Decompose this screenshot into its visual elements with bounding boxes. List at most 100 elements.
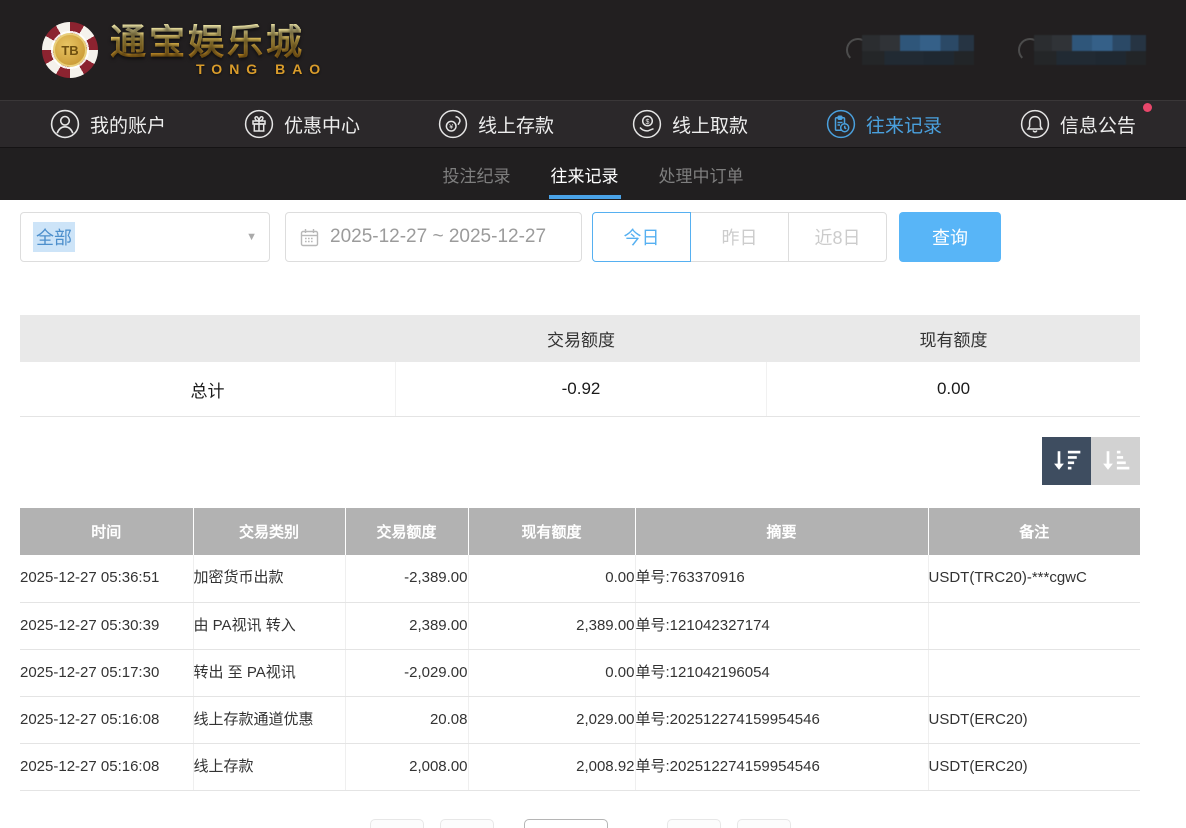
nav-label: 信息公告: [1060, 111, 1136, 138]
brand-logo[interactable]: TB 通宝娱乐城 TONG BAO: [42, 22, 327, 78]
cell-time: 2025-12-27 05:30:39: [20, 602, 193, 649]
sort-controls: [20, 437, 1140, 485]
sort-descending-icon: [1051, 445, 1083, 477]
tab-label: 往来记录: [551, 162, 619, 187]
svg-text:$: $: [646, 119, 650, 126]
calendar-icon: [300, 228, 319, 247]
site-header: TB 通宝娱乐城 TONG BAO: [0, 0, 1186, 100]
bell-icon: [1020, 109, 1050, 139]
pagination-next-button[interactable]: [667, 819, 721, 828]
col-header-type: 交易类别: [193, 508, 345, 555]
cell-time: 2025-12-27 05:16:08: [20, 696, 193, 743]
cell-balance: 0.00: [468, 555, 635, 602]
tab-betting-records[interactable]: 投注纪录: [441, 148, 513, 200]
transactions-table: 时间 交易类别 交易额度 现有额度 摘要 备注 2025-12-27 05:36…: [20, 508, 1140, 791]
withdraw-icon: $: [632, 109, 662, 139]
table-row: 2025-12-27 05:16:08 线上存款 2,008.00 2,008.…: [20, 743, 1140, 790]
cell-note: USDT(ERC20): [928, 696, 1140, 743]
cell-note: [928, 649, 1140, 696]
cell-summary: 单号:202512274159954546: [635, 743, 928, 790]
category-selected-value: 全部: [33, 222, 75, 252]
cell-summary: 单号:121042196054: [635, 649, 928, 696]
user-account-blurred[interactable]: [1018, 35, 1146, 65]
redacted-username: [1034, 35, 1146, 65]
nav-label: 优惠中心: [284, 111, 360, 138]
gift-icon: [244, 109, 274, 139]
cell-balance: 2,008.92: [468, 743, 635, 790]
summary-total-transaction: -0.92: [395, 362, 767, 416]
redacted-balance: [862, 35, 974, 65]
notification-dot: [1143, 103, 1152, 112]
nav-item-my-account[interactable]: 我的账户: [50, 109, 166, 139]
cell-amount: 2,389.00: [345, 602, 468, 649]
cell-balance: 0.00: [468, 649, 635, 696]
table-row: 2025-12-27 05:36:51 加密货币出款 -2,389.00 0.0…: [20, 555, 1140, 602]
date-range-input[interactable]: 2025-12-27 ~ 2025-12-27: [285, 212, 582, 262]
svg-text:¥: ¥: [449, 124, 453, 131]
user-balance-blurred[interactable]: [846, 35, 974, 65]
cell-time: 2025-12-27 05:36:51: [20, 555, 193, 602]
records-icon: [826, 109, 856, 139]
casino-chip-icon: TB: [42, 22, 98, 78]
brand-title-cn: 通宝娱乐城: [110, 24, 327, 60]
tab-label: 处理中订单: [659, 162, 744, 187]
quick-range-yesterday-button[interactable]: 昨日: [690, 212, 789, 262]
nav-label: 线上存款: [478, 111, 554, 138]
pagination: [20, 819, 1140, 828]
quick-range-8days-button[interactable]: 近8日: [788, 212, 887, 262]
cell-amount: 20.08: [345, 696, 468, 743]
quick-range-group: 今日 昨日 近8日: [592, 212, 887, 262]
cell-summary: 单号:763370916: [635, 555, 928, 602]
filter-bar: 全部 ▼ 2025-12-27 ~ 2025-12-27 今日 昨日 近8日 查…: [20, 212, 1140, 262]
chip-monogram: TB: [53, 33, 87, 67]
summary-header-row: 交易额度 现有额度: [20, 315, 1140, 362]
table-header-row: 时间 交易类别 交易额度 现有额度 摘要 备注: [20, 508, 1140, 555]
table-row: 2025-12-27 05:30:39 由 PA视讯 转入 2,389.00 2…: [20, 602, 1140, 649]
cell-type: 线上存款通道优惠: [193, 696, 345, 743]
quick-range-today-button[interactable]: 今日: [592, 212, 691, 262]
deposit-icon: ¥: [438, 109, 468, 139]
pagination-last-button[interactable]: [737, 819, 791, 828]
sort-descending-button[interactable]: [1042, 437, 1091, 485]
cell-balance: 2,029.00: [468, 696, 635, 743]
nav-item-promotions[interactable]: 优惠中心: [244, 109, 360, 139]
sort-ascending-icon: [1100, 445, 1132, 477]
cell-summary: 单号:121042327174: [635, 602, 928, 649]
page-content: 全部 ▼ 2025-12-27 ~ 2025-12-27 今日 昨日 近8日 查…: [20, 212, 1140, 828]
nav-label: 往来记录: [866, 111, 942, 138]
cell-type: 转出 至 PA视讯: [193, 649, 345, 696]
tab-transaction-records[interactable]: 往来记录: [549, 148, 621, 200]
pagination-prev-button[interactable]: [440, 819, 494, 828]
nav-label: 线上取款: [672, 111, 748, 138]
category-select[interactable]: 全部 ▼: [20, 212, 270, 262]
col-header-balance: 现有额度: [468, 508, 635, 555]
pagination-current-page[interactable]: [524, 819, 608, 828]
nav-item-transaction-records[interactable]: 往来记录: [826, 109, 942, 139]
summary-header-blank: [20, 315, 395, 362]
cell-summary: 单号:202512274159954546: [635, 696, 928, 743]
nav-item-withdraw[interactable]: $ 线上取款: [632, 109, 748, 139]
cell-time: 2025-12-27 05:17:30: [20, 649, 193, 696]
col-header-amount: 交易额度: [345, 508, 468, 555]
cell-note: [928, 602, 1140, 649]
sub-nav: 投注纪录 往来记录 处理中订单: [0, 148, 1186, 200]
date-range-value: 2025-12-27 ~ 2025-12-27: [330, 226, 546, 248]
cell-type: 由 PA视讯 转入: [193, 602, 345, 649]
col-header-time: 时间: [20, 508, 193, 555]
search-button[interactable]: 查询: [899, 212, 1001, 262]
cell-amount: -2,029.00: [345, 649, 468, 696]
nav-item-deposit[interactable]: ¥ 线上存款: [438, 109, 554, 139]
cell-time: 2025-12-27 05:16:08: [20, 743, 193, 790]
col-header-summary: 摘要: [635, 508, 928, 555]
brand-title-en: TONG BAO: [196, 62, 327, 76]
tab-pending-orders[interactable]: 处理中订单: [657, 148, 746, 200]
cell-note: USDT(ERC20): [928, 743, 1140, 790]
cell-type: 线上存款: [193, 743, 345, 790]
chevron-down-icon: ▼: [246, 231, 257, 243]
cell-type: 加密货币出款: [193, 555, 345, 602]
cell-amount: -2,389.00: [345, 555, 468, 602]
sort-ascending-button[interactable]: [1091, 437, 1140, 485]
pagination-first-button[interactable]: [370, 819, 424, 828]
nav-item-announcements[interactable]: 信息公告: [1020, 109, 1136, 139]
table-row: 2025-12-27 05:16:08 线上存款通道优惠 20.08 2,029…: [20, 696, 1140, 743]
